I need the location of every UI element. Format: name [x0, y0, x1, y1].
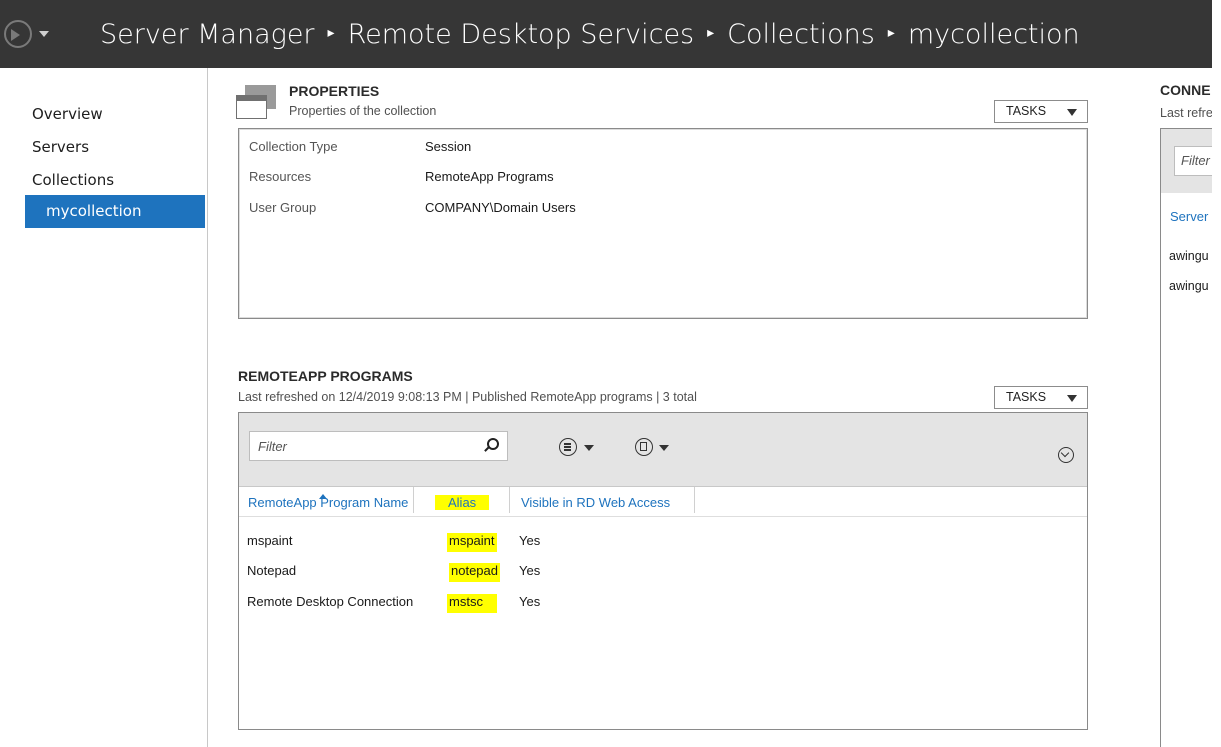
filter-box [249, 431, 508, 461]
connections-title: CONNE [1160, 82, 1211, 98]
property-value: RemoteApp Programs [425, 169, 554, 184]
program-visible: Yes [519, 533, 541, 548]
column-header-server[interactable]: Server [1170, 209, 1208, 224]
connection-row[interactable]: awingu [1169, 279, 1209, 293]
property-label: Collection Type [249, 139, 338, 154]
connections-panel: Filter Server awingu awingu [1160, 128, 1212, 747]
save-query-icon[interactable] [635, 438, 653, 456]
property-value: Session [425, 139, 472, 154]
expand-icon[interactable] [1058, 447, 1074, 463]
breadcrumb-mycollection[interactable]: mycollection [908, 19, 1080, 50]
search-icon[interactable] [487, 438, 499, 450]
table-row[interactable]: Notepad notepad Yes [239, 559, 1087, 585]
property-label: User Group [249, 200, 317, 215]
title-bar: Server Manager ▸ Remote Desktop Services… [0, 0, 1212, 68]
back-arrow-icon[interactable] [4, 20, 32, 48]
column-header-alias[interactable]: Alias [435, 495, 490, 510]
filter-input[interactable] [258, 433, 478, 459]
program-visible: Yes [519, 563, 541, 578]
nav-item-overview[interactable]: Overview [32, 105, 103, 123]
column-headers: RemoteApp Program Name Alias Visible in … [239, 487, 1087, 517]
connections-clip: CONNE Last refre Filter Server awingu aw… [1160, 0, 1212, 747]
sort-ascending-icon [319, 494, 327, 499]
breadcrumb-remote-desktop-services[interactable]: Remote Desktop Services [348, 19, 695, 50]
connections-subtitle: Last refre [1160, 106, 1212, 120]
column-header-visible-rd-web[interactable]: Visible in RD Web Access [521, 495, 670, 510]
property-value: COMPANY\Domain Users [425, 200, 576, 215]
properties-icon [236, 85, 276, 119]
properties-title: PROPERTIES [289, 83, 380, 99]
list-options-icon[interactable] [559, 438, 577, 456]
table-row[interactable]: Remote Desktop Connection mstsc Yes [239, 590, 1087, 616]
breadcrumb-separator-icon: ▸ [887, 25, 895, 41]
breadcrumb-collections[interactable]: Collections [727, 19, 875, 50]
chevron-down-icon[interactable] [659, 445, 669, 451]
table-row[interactable]: mspaint mspaint Yes [239, 529, 1087, 555]
connection-row[interactable]: awingu [1169, 249, 1209, 263]
nav-item-servers[interactable]: Servers [32, 138, 89, 156]
program-alias: mstsc [447, 594, 497, 613]
program-alias: mspaint [447, 533, 497, 552]
left-navigation: Overview Servers Collections mycollectio… [0, 68, 208, 747]
connections-filter-input[interactable]: Filter [1174, 146, 1212, 176]
breadcrumb: Server Manager ▸ Remote Desktop Services… [100, 14, 1080, 54]
tasks-label: TASKS [1006, 104, 1047, 118]
program-name: Notepad [247, 563, 297, 578]
program-name: mspaint [247, 533, 293, 548]
remoteapp-subtitle: Last refreshed on 12/4/2019 9:08:13 PM |… [238, 390, 697, 404]
chevron-down-icon [1067, 395, 1077, 402]
column-header-program-name[interactable]: RemoteApp Program Name [248, 494, 408, 510]
breadcrumb-separator-icon: ▸ [327, 25, 335, 41]
program-name: Remote Desktop Connection [247, 594, 414, 609]
chevron-down-icon[interactable] [584, 445, 594, 451]
remoteapp-toolbar [239, 413, 1087, 487]
remoteapp-panel: RemoteApp Program Name Alias Visible in … [238, 412, 1088, 730]
history-dropdown-icon[interactable] [39, 31, 49, 37]
property-label: Resources [249, 169, 312, 184]
breadcrumb-separator-icon: ▸ [707, 25, 715, 41]
properties-tasks-button[interactable]: TASKS [994, 100, 1088, 123]
remoteapp-title: REMOTEAPP PROGRAMS [238, 368, 413, 384]
remoteapp-tasks-button[interactable]: TASKS [994, 386, 1088, 409]
connections-toolbar: Filter [1161, 129, 1212, 193]
chevron-down-icon [1067, 109, 1077, 116]
program-visible: Yes [519, 594, 541, 609]
properties-box: Collection Type Session Resources Remote… [238, 128, 1088, 319]
nav-item-collections[interactable]: Collections [32, 171, 114, 189]
tasks-label: TASKS [1006, 390, 1047, 404]
nav-item-mycollection[interactable]: mycollection [25, 195, 205, 228]
properties-subtitle: Properties of the collection [289, 104, 437, 118]
program-alias: notepad [449, 563, 500, 582]
breadcrumb-server-manager[interactable]: Server Manager [100, 19, 315, 50]
